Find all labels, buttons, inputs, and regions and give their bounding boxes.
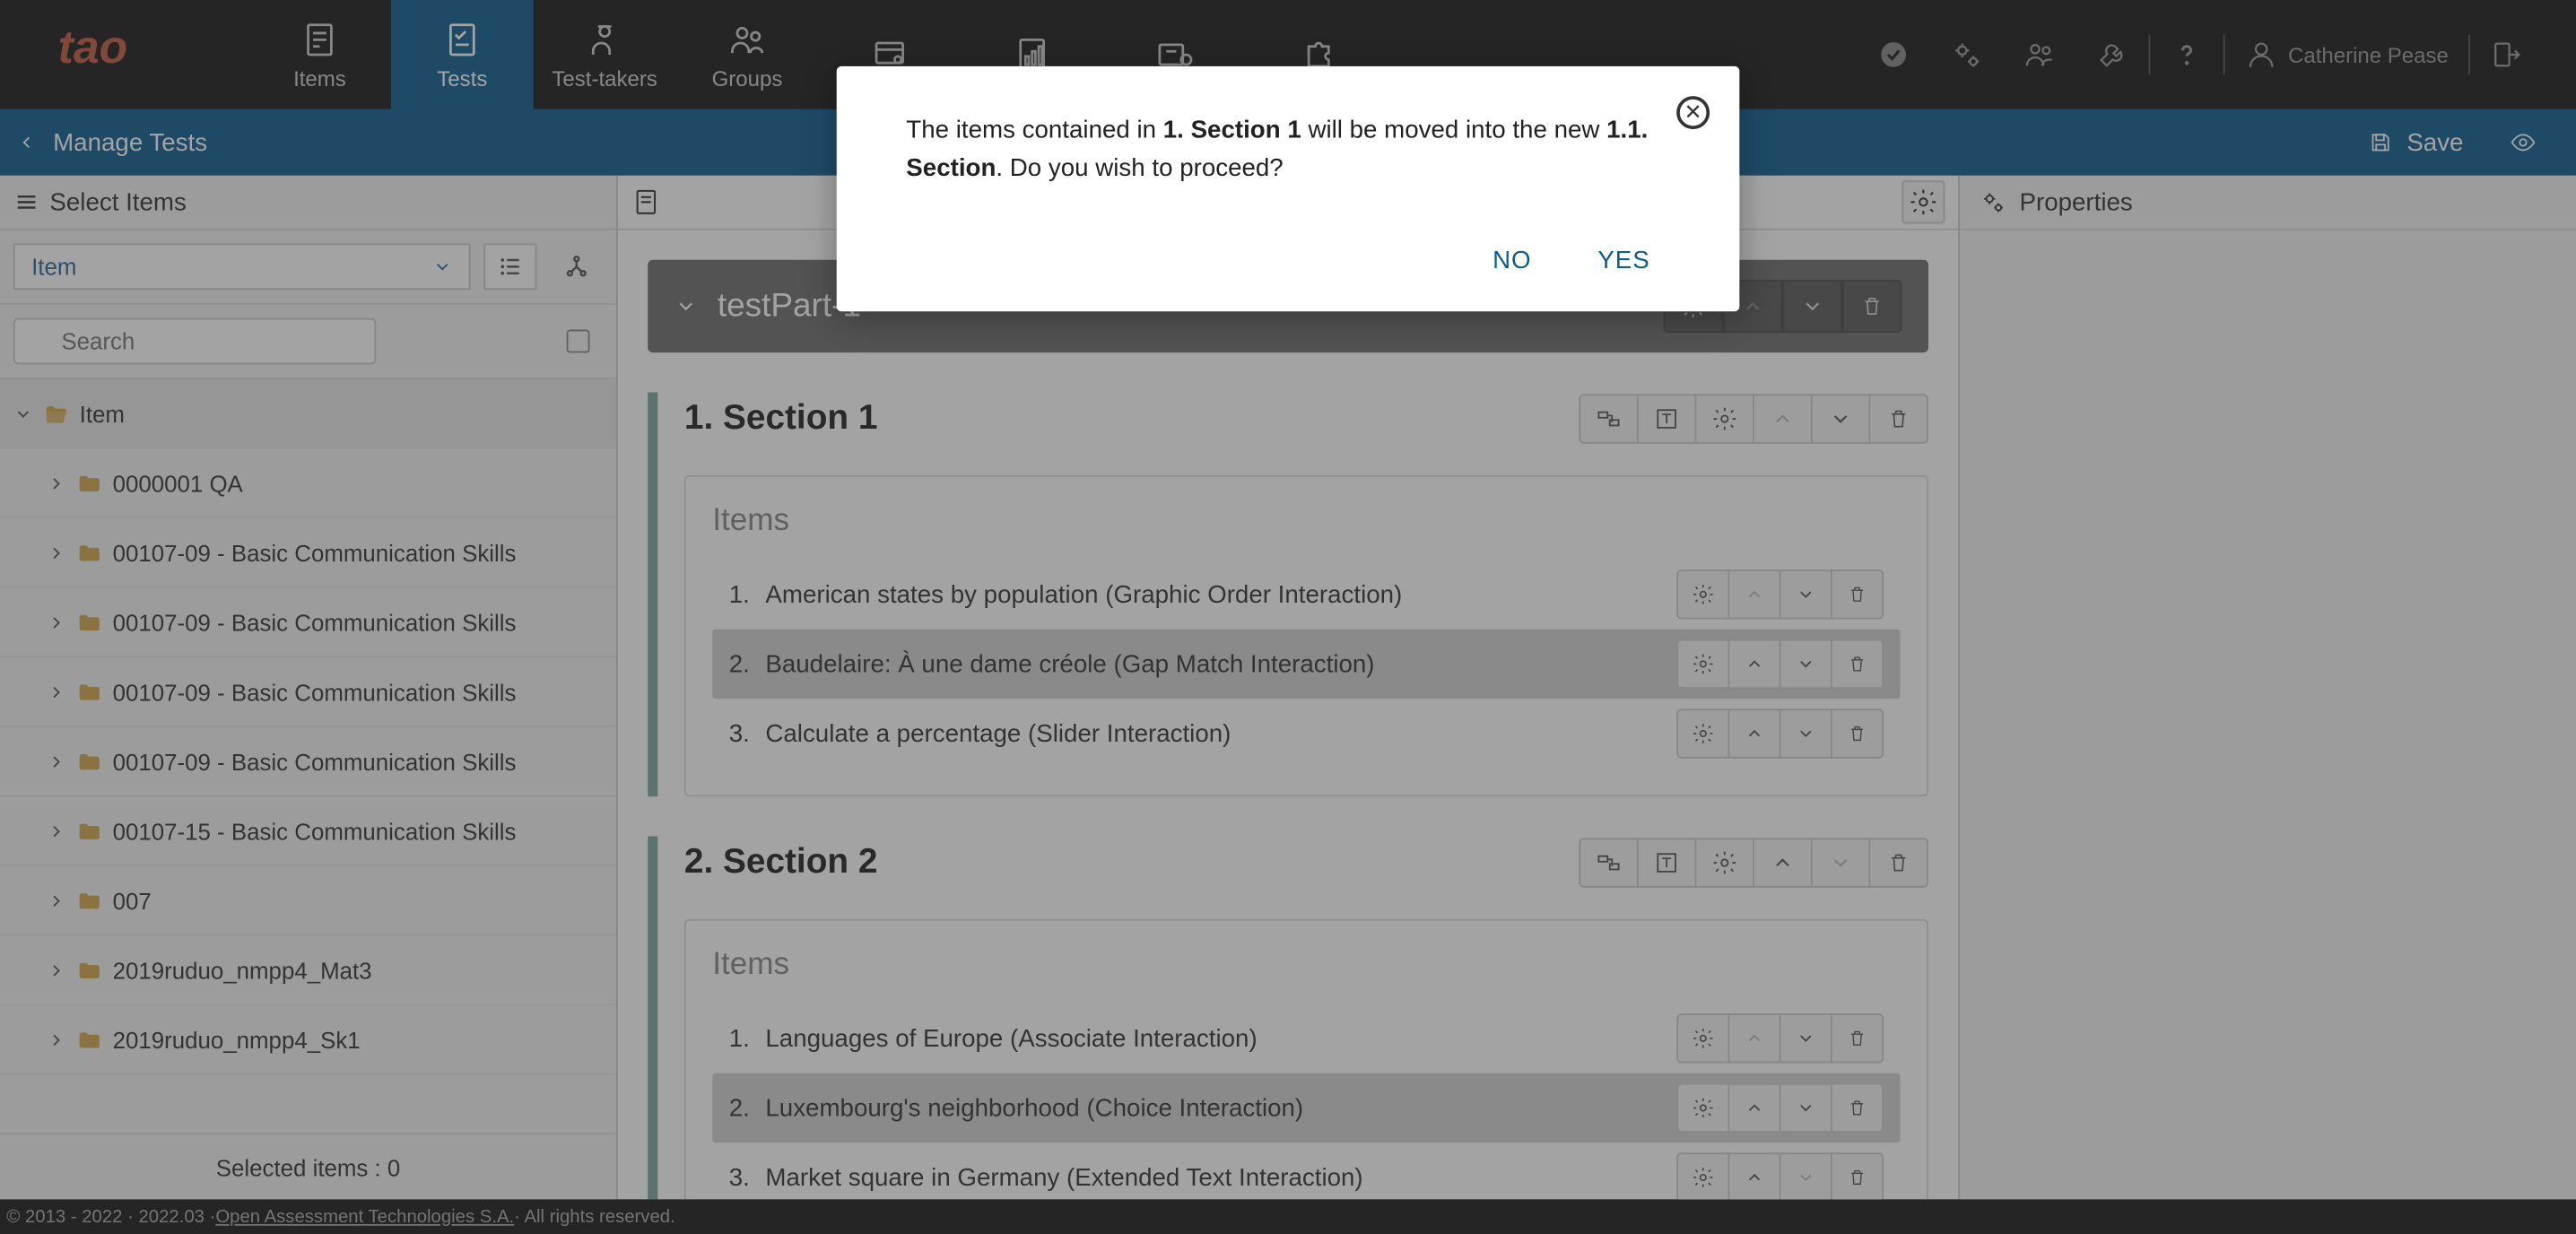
modal-text-mid: will be moved into the new (1301, 116, 1606, 143)
modal-text-post: . Do you wish to proceed? (996, 153, 1283, 181)
confirm-modal: ✕ The items contained in 1. Section 1 wi… (837, 66, 1740, 311)
modal-text-pre: The items contained in (906, 116, 1162, 143)
modal-close-btn[interactable]: ✕ (1676, 96, 1710, 129)
modal-text: The items contained in 1. Section 1 will… (906, 113, 1669, 187)
modal-yes-btn[interactable]: YES (1597, 247, 1649, 274)
modal-no-btn[interactable]: NO (1493, 247, 1531, 274)
modal-text-b1: 1. Section 1 (1163, 116, 1301, 143)
